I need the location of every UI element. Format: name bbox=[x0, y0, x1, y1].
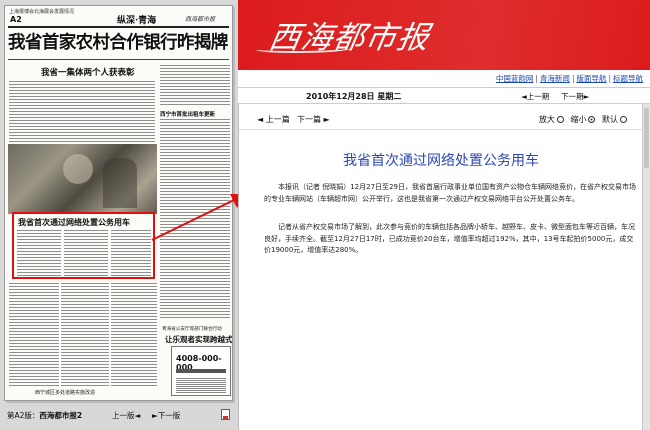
prev-article-link[interactable]: ◄ 上一篇 bbox=[257, 114, 290, 125]
page-subhead-2[interactable]: 青海省公安厅等部门联合行动 bbox=[162, 326, 222, 332]
prev-article-label: 上一篇 bbox=[265, 115, 290, 124]
nav-separator: | bbox=[608, 74, 611, 83]
nav-link-page-nav[interactable]: 版面导航 bbox=[576, 74, 606, 83]
next-page-link[interactable]: ►下一版 bbox=[152, 410, 180, 421]
epaper-window: 上海报博会北海展会发展情况 A2 纵深·青海 西海都市报 我省首家农村合作银行昨… bbox=[0, 0, 650, 430]
article-title: 我省首次通过网络处置公务用车 bbox=[343, 153, 539, 169]
zoom-default-label: 默认 bbox=[602, 115, 618, 124]
page-text-block bbox=[111, 229, 151, 276]
page-text-block bbox=[61, 282, 109, 386]
page-rule-thin bbox=[8, 59, 229, 60]
page-subhead-3[interactable]: 让乐观者实现跨越式发展 bbox=[165, 334, 232, 345]
nav-link-qinghai-news[interactable]: 青海新闻 bbox=[540, 74, 570, 83]
next-article-arrow-icon: ► bbox=[323, 115, 330, 124]
article-panel: ◄ 上一篇 下一篇 ► 放大 缩小 默认 我省首次通过网络处置公务用车 本报讯（… bbox=[238, 104, 643, 430]
nav-link-lanyun[interactable]: 中国蓝韵网 bbox=[496, 74, 534, 83]
issue-date: 2010年12月28日 星期二 bbox=[306, 92, 402, 101]
prev-page-arrow-icon: ◄ bbox=[134, 411, 141, 420]
page-code: A2 bbox=[10, 15, 22, 24]
next-article-label: 下一篇 bbox=[297, 115, 321, 124]
nav-separator: | bbox=[535, 74, 538, 83]
page-headline[interactable]: 我省首家农村合作银行昨揭牌 bbox=[8, 30, 229, 57]
pdf-download-icon[interactable] bbox=[221, 409, 230, 420]
next-page-label: 下一版 bbox=[157, 411, 181, 420]
article-toolbar: ◄ 上一篇 下一篇 ► 放大 缩小 默认 bbox=[239, 104, 643, 130]
highlighted-article-box[interactable]: 我省首次通过网络处置公务用车 bbox=[12, 212, 155, 279]
article-scrollbar[interactable] bbox=[642, 104, 650, 430]
page-subhead-1[interactable]: 我省一集体两个人获表彰 bbox=[41, 66, 135, 78]
page-subhead-right[interactable]: 西宁市首批出租车更新 bbox=[160, 110, 215, 118]
prev-article-arrow-icon: ◄ bbox=[257, 115, 264, 124]
page-label-name: 西海都市报2 bbox=[39, 411, 83, 420]
page-label: 第A2版：西海都市报2 bbox=[7, 410, 82, 421]
pointer-arrow-icon bbox=[151, 194, 246, 241]
zoom-out-radio-icon[interactable] bbox=[588, 116, 596, 123]
page-subhead-4[interactable]: 西宁城区多处道路实施改造 bbox=[35, 389, 95, 396]
nav-link-title-nav[interactable]: 标题导航 bbox=[613, 74, 643, 83]
prev-page-label: 上一版 bbox=[112, 411, 135, 420]
page-paper-logo: 西海都市报 bbox=[185, 16, 216, 23]
next-article-link[interactable]: 下一篇 ► bbox=[297, 114, 330, 125]
page-photo bbox=[8, 144, 157, 214]
zoom-out-label: 缩小 bbox=[570, 115, 587, 124]
site-banner: 西海都市报 bbox=[238, 0, 650, 70]
top-nav: 中国蓝韵网 | 青海新闻 | 版面导航 | 标题导航 bbox=[238, 70, 650, 87]
zoom-default-radio-icon[interactable] bbox=[620, 116, 627, 123]
zoom-default-option[interactable]: 默认 bbox=[602, 115, 631, 124]
next-issue-arrow-icon: ► bbox=[583, 92, 590, 101]
zoom-controls: 放大 缩小 默认 bbox=[539, 114, 631, 125]
page-rule bbox=[8, 26, 229, 28]
zoom-in-radio-icon[interactable] bbox=[556, 116, 564, 123]
date-bar: 2010年12月28日 星期二 ◄上一期 下一期► bbox=[238, 87, 650, 104]
page-masthead-small: 上海报博会北海展会发展情况 bbox=[9, 9, 75, 15]
prev-issue-link[interactable]: ◄上一期 bbox=[521, 91, 549, 102]
zoom-in-label: 放大 bbox=[538, 115, 555, 124]
highlighted-article-title[interactable]: 我省首次通过网络处置公务用车 bbox=[18, 217, 130, 228]
ad-bar bbox=[176, 369, 226, 373]
page-text-block bbox=[64, 229, 108, 276]
page-text-block bbox=[9, 80, 155, 142]
scrollbar-thumb[interactable] bbox=[644, 108, 649, 168]
article-paragraph-1: 本报讯（记者 倪晓娟）12月27日至29日，我省首届行政事业单位国有资产公物仓车… bbox=[264, 183, 636, 203]
page-ad: 4008-000-000 bbox=[171, 346, 231, 396]
ad-text bbox=[176, 377, 226, 393]
page-text-block bbox=[17, 229, 61, 276]
page-text-block bbox=[160, 64, 230, 106]
article-paragraph-2: 记者从省产权交易市场了解到，此次参与竞价的车辆包括各品牌小轿车、越野车、皮卡、微… bbox=[264, 223, 635, 254]
zoom-in-option[interactable]: 放大 bbox=[539, 115, 568, 124]
top-nav-links: 中国蓝韵网 | 青海新闻 | 版面导航 | 标题导航 bbox=[496, 73, 643, 84]
page-label-prefix: 第A2版： bbox=[7, 411, 40, 420]
prev-issue-label: 上一期 bbox=[526, 92, 550, 101]
page-text-block bbox=[111, 282, 157, 386]
page-text-block bbox=[9, 282, 59, 386]
zoom-out-option[interactable]: 缩小 bbox=[570, 115, 599, 124]
next-issue-label: 下一期 bbox=[561, 92, 584, 101]
next-issue-link[interactable]: 下一期► bbox=[561, 91, 589, 102]
page-section: 纵深·青海 bbox=[117, 16, 157, 26]
nav-separator: | bbox=[571, 74, 575, 83]
prev-page-link[interactable]: 上一版◄ bbox=[112, 410, 140, 421]
